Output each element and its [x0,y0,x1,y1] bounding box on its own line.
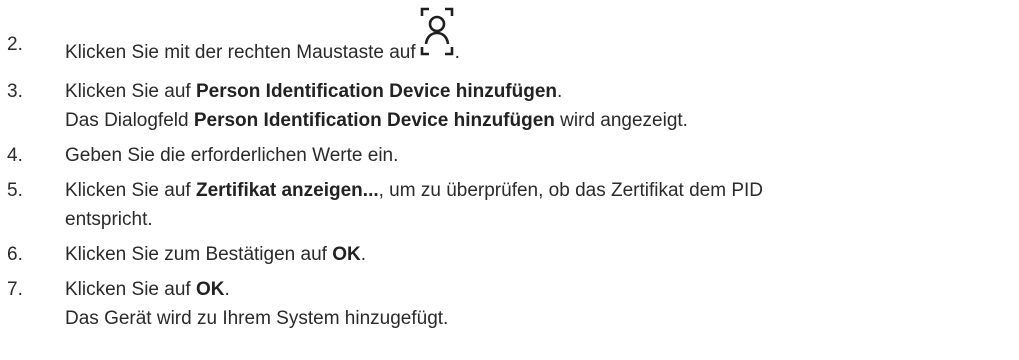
result-text-post: wird angezeigt. [554,110,688,131]
step-text-after-icon: . [454,42,460,63]
ui-label-ok: OK [332,244,361,265]
step-text: Klicken Sie auf Zertifikat anzeigen..., … [65,178,763,204]
step-text-post: . [360,244,366,265]
step-number: 6. [7,244,23,265]
step-text: Klicken Sie mit der rechten Maustaste au… [65,7,460,66]
step-text-pre: Klicken Sie auf [65,180,196,201]
step-text: Klicken Sie zum Bestätigen auf OK. [65,242,366,268]
step-text-pre: Klicken Sie auf [65,279,196,300]
step-text-pre: Klicken Sie zum Bestätigen auf [65,244,333,265]
step-number: 3. [7,81,23,102]
step-number: 7. [7,279,23,300]
face-recognition-icon [419,7,455,60]
step-text-post: . [557,81,563,102]
step-result: Das Gerät wird zu Ihrem System hinzugefü… [65,308,449,329]
step-text-post: . [224,279,230,300]
step-text: Klicken Sie auf OK. [65,277,230,303]
step-number: 4. [7,145,23,166]
step-number: 5. [7,180,23,201]
step-text: Geben Sie die erforderlichen Werte ein. [65,145,399,166]
ui-label-dialog-name: Person Identification Device hinzufügen [193,110,555,131]
ui-label-ok: OK [195,279,225,300]
step-result: Das Dialogfeld Person Identification Dev… [65,108,688,134]
step-text-before-icon: Klicken Sie mit der rechten Maustaste au… [65,42,416,63]
result-text-pre: Das Dialogfeld [65,110,194,131]
step-text-post: , um zu überprüfen, ob das Zertifikat de… [378,180,764,201]
ui-label-show-certificate: Zertifikat anzeigen... [195,180,379,201]
step-text-pre: Klicken Sie auf [65,81,196,102]
step-text: Klicken Sie auf Person Identification De… [65,79,562,105]
step-number: 2. [7,34,23,55]
ui-label-add-pid: Person Identification Device hinzufügen [195,81,558,102]
step-text-continuation: entspricht. [65,209,153,230]
